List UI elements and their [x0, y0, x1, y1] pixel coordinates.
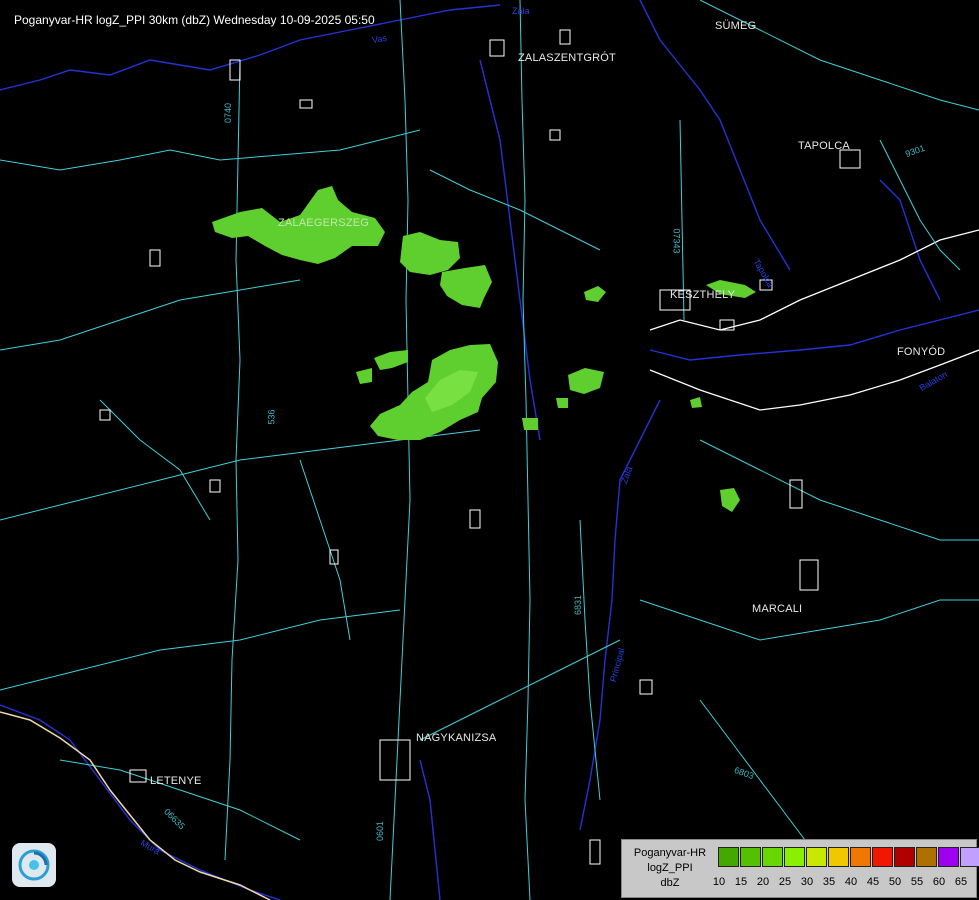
- legend-line-3: dbZ: [660, 877, 680, 889]
- echo-cell-small-5: [374, 350, 408, 370]
- echo-cell-north-center: [400, 232, 460, 275]
- legend-swatches: [718, 847, 979, 867]
- echo-cell-small-1: [568, 368, 604, 394]
- town-label-tapolca: TAPOLCA: [798, 140, 850, 152]
- town-label-zalaszentgrot: ZALASZENTGRÓT: [518, 52, 616, 64]
- legend-tick-70: 70: [972, 876, 979, 888]
- echo-cell-small-6: [356, 368, 372, 384]
- town-label-nagykanizsa: NAGYKANIZSA: [416, 732, 497, 744]
- legend-swatch-7: [872, 847, 893, 867]
- legend-swatch-4: [806, 847, 827, 867]
- legend-swatch-0: [718, 847, 739, 867]
- legend-tick-50: 50: [888, 876, 902, 888]
- town-label-marcali: MARCALI: [752, 603, 803, 615]
- town-label-letenye: LETENYE: [150, 775, 202, 787]
- legend-tick-25: 25: [778, 876, 792, 888]
- legend-tick-35: 35: [822, 876, 836, 888]
- legend-line-2: logZ_PPI: [647, 862, 693, 874]
- dbz-legend: Poganyvar-HR logZ_PPI dbZ 10 15 20 25 30 35 40…: [621, 839, 979, 898]
- legend-line-1: Poganyvar-HR: [633, 847, 707, 859]
- town-label-keszthely: KESZTHELY: [670, 289, 736, 301]
- road-label-536: 536: [266, 409, 277, 425]
- map-title: Poganyvar-HR logZ_PPI 30km (dbZ) Wednesd…: [14, 13, 375, 27]
- road-label-0601: 0601: [375, 820, 386, 842]
- legend-swatch-11: [960, 847, 979, 867]
- legend-tick-65: 65: [954, 876, 968, 888]
- echo-cell-small-7: [522, 418, 538, 430]
- legend-swatch-6: [850, 847, 871, 867]
- rivers: [0, 0, 979, 900]
- legend-tick-55: 55: [910, 876, 924, 888]
- echo-cell-small-8: [556, 398, 568, 408]
- town-label-sumeg: SÜMEG: [715, 20, 757, 32]
- road-label-6831: 6831: [573, 594, 584, 616]
- legend-tick-60: 60: [932, 876, 946, 888]
- legend-tick-10: 10: [712, 876, 726, 888]
- legend-tick-40: 40: [844, 876, 858, 888]
- echo-cell-small-3: [720, 488, 740, 512]
- road-label-07343: 07343: [671, 228, 682, 254]
- road-label-0740: 0740: [223, 102, 234, 124]
- legend-swatch-8: [894, 847, 915, 867]
- echo-cell-east-center: [440, 265, 492, 308]
- legend-swatch-5: [828, 847, 849, 867]
- echo-cell-small-9: [690, 397, 702, 408]
- river-label-zala: Zala: [512, 6, 530, 16]
- legend-swatch-1: [740, 847, 761, 867]
- legend-ticks: 10 15 20 25 30 35 40 45 50 55 60 65 70: [708, 876, 979, 888]
- legend-tick-45: 45: [866, 876, 880, 888]
- radar-map: [0, 0, 979, 900]
- legend-swatch-10: [938, 847, 959, 867]
- town-label-zalaegerszeg: ZALAEGERSZEG: [278, 217, 370, 229]
- echo-cell-small-2: [584, 286, 606, 302]
- legend-tick-20: 20: [756, 876, 770, 888]
- legend-tick-15: 15: [734, 876, 748, 888]
- legend-swatch-3: [784, 847, 805, 867]
- legend-label: Poganyvar-HR logZ_PPI dbZ: [626, 846, 714, 891]
- roads: [0, 0, 979, 900]
- radar-logo-icon: [12, 843, 56, 887]
- legend-swatch-2: [762, 847, 783, 867]
- town-label-fonyod: FONYÓD: [897, 346, 946, 358]
- legend-tick-30: 30: [800, 876, 814, 888]
- legend-swatch-9: [916, 847, 937, 867]
